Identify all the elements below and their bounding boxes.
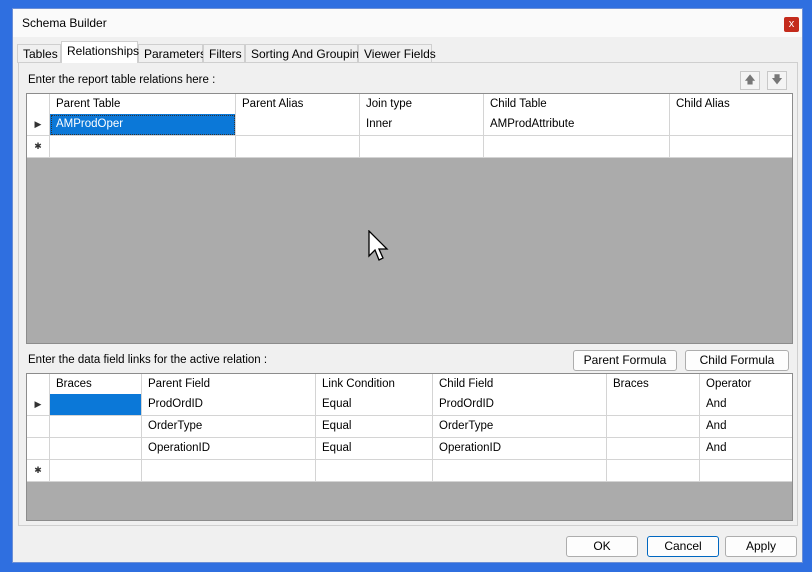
link-condition-cell[interactable]: Equal	[316, 416, 433, 438]
column-header[interactable]: Braces	[607, 374, 700, 396]
child-field-cell[interactable]: OperationID	[433, 438, 607, 460]
tab-filters[interactable]: Filters	[203, 44, 245, 63]
parent-formula-button[interactable]: Parent Formula	[573, 350, 677, 371]
column-header[interactable]: Braces	[50, 374, 142, 396]
open-braces-cell[interactable]	[50, 416, 142, 438]
table-cell[interactable]	[670, 136, 792, 158]
window-title: Schema Builder	[22, 16, 107, 30]
open-braces-cell[interactable]	[50, 394, 142, 416]
open-braces-cell[interactable]	[50, 438, 142, 460]
down-arrow-icon: 🡇	[771, 74, 783, 86]
current-row-marker[interactable]: ▶	[27, 114, 50, 136]
column-header[interactable]: Child Field	[433, 374, 607, 396]
table-row[interactable]: ▶ ProdOrdID Equal ProdOrdID And	[27, 394, 792, 416]
link-condition-cell[interactable]: Equal	[316, 394, 433, 416]
child-alias-cell[interactable]	[670, 114, 792, 136]
table-cell[interactable]	[50, 460, 142, 482]
column-header[interactable]: Parent Table	[50, 94, 236, 116]
move-up-button[interactable]: 🡅	[740, 71, 760, 90]
move-down-button[interactable]: 🡇	[767, 71, 787, 90]
relations-grid[interactable]: Parent Table Parent Alias Join type Chil…	[26, 93, 793, 344]
relations-header-row: Parent Table Parent Alias Join type Chil…	[27, 94, 792, 116]
new-row-marker[interactable]: ✱	[27, 460, 50, 482]
close-braces-cell[interactable]	[607, 394, 700, 416]
relationships-panel: Enter the report table relations here : …	[18, 62, 798, 526]
close-braces-cell[interactable]	[607, 416, 700, 438]
column-header[interactable]: Child Alias	[670, 94, 792, 116]
parent-alias-cell[interactable]	[236, 114, 360, 136]
tab-viewer-fields[interactable]: Viewer Fields	[358, 44, 436, 63]
table-cell[interactable]	[607, 460, 700, 482]
apply-button[interactable]: Apply	[725, 536, 797, 557]
operator-cell[interactable]: And	[700, 416, 792, 438]
new-row[interactable]: ✱	[27, 460, 792, 482]
column-header[interactable]: Join type	[360, 94, 484, 116]
column-header[interactable]: Parent Field	[142, 374, 316, 396]
new-row-marker[interactable]: ✱	[27, 136, 50, 158]
operator-cell[interactable]: And	[700, 438, 792, 460]
parent-field-cell[interactable]: OrderType	[142, 416, 316, 438]
operator-cell[interactable]: And	[700, 394, 792, 416]
parent-field-cell[interactable]: ProdOrdID	[142, 394, 316, 416]
field-links-grid[interactable]: Braces Parent Field Link Condition Child…	[26, 373, 793, 521]
parent-field-cell[interactable]: OperationID	[142, 438, 316, 460]
tab-relationships[interactable]: Relationships	[61, 41, 139, 63]
ok-button[interactable]: OK	[566, 536, 638, 557]
row-header-corner	[27, 94, 50, 116]
current-row-marker[interactable]: ▶	[27, 394, 50, 416]
relations-label: Enter the report table relations here :	[28, 74, 216, 86]
table-row[interactable]: OperationID Equal OperationID And	[27, 438, 792, 460]
parent-table-cell[interactable]: AMProdOper	[50, 114, 236, 136]
link-condition-cell[interactable]: Equal	[316, 438, 433, 460]
title-bar: Schema Builder x	[13, 9, 802, 37]
tab-parameters[interactable]: Parameters	[138, 44, 206, 63]
row-marker[interactable]	[27, 438, 50, 460]
new-row[interactable]: ✱	[27, 136, 792, 158]
column-header[interactable]: Child Table	[484, 94, 670, 116]
child-field-cell[interactable]: OrderType	[433, 416, 607, 438]
table-cell[interactable]	[236, 136, 360, 158]
close-button[interactable]: x	[784, 17, 799, 32]
column-header[interactable]: Operator	[700, 374, 792, 396]
mouse-cursor-icon	[368, 230, 389, 261]
join-type-cell[interactable]: Inner	[360, 114, 484, 136]
child-table-cell[interactable]: AMProdAttribute	[484, 114, 670, 136]
tab-tables[interactable]: Tables	[17, 44, 61, 63]
column-header[interactable]: Link Condition	[316, 374, 433, 396]
cancel-button[interactable]: Cancel	[647, 536, 719, 557]
column-header[interactable]: Parent Alias	[236, 94, 360, 116]
row-marker[interactable]	[27, 416, 50, 438]
links-header-row: Braces Parent Field Link Condition Child…	[27, 374, 792, 396]
schema-builder-window: Schema Builder x Tables Relationships Pa…	[12, 8, 803, 563]
table-cell[interactable]	[700, 460, 792, 482]
table-row[interactable]: OrderType Equal OrderType And	[27, 416, 792, 438]
links-label: Enter the data field links for the activ…	[28, 354, 268, 366]
child-field-cell[interactable]: ProdOrdID	[433, 394, 607, 416]
up-arrow-icon: 🡅	[744, 74, 756, 86]
table-cell[interactable]	[484, 136, 670, 158]
row-header-corner	[27, 374, 50, 396]
table-cell[interactable]	[142, 460, 316, 482]
table-cell[interactable]	[50, 136, 236, 158]
child-formula-button[interactable]: Child Formula	[685, 350, 789, 371]
close-braces-cell[interactable]	[607, 438, 700, 460]
table-cell[interactable]	[433, 460, 607, 482]
table-cell[interactable]	[360, 136, 484, 158]
table-cell[interactable]	[316, 460, 433, 482]
tab-sorting-and-grouping[interactable]: Sorting And Grouping	[245, 44, 366, 63]
table-row[interactable]: ▶ AMProdOper Inner AMProdAttribute	[27, 114, 792, 136]
